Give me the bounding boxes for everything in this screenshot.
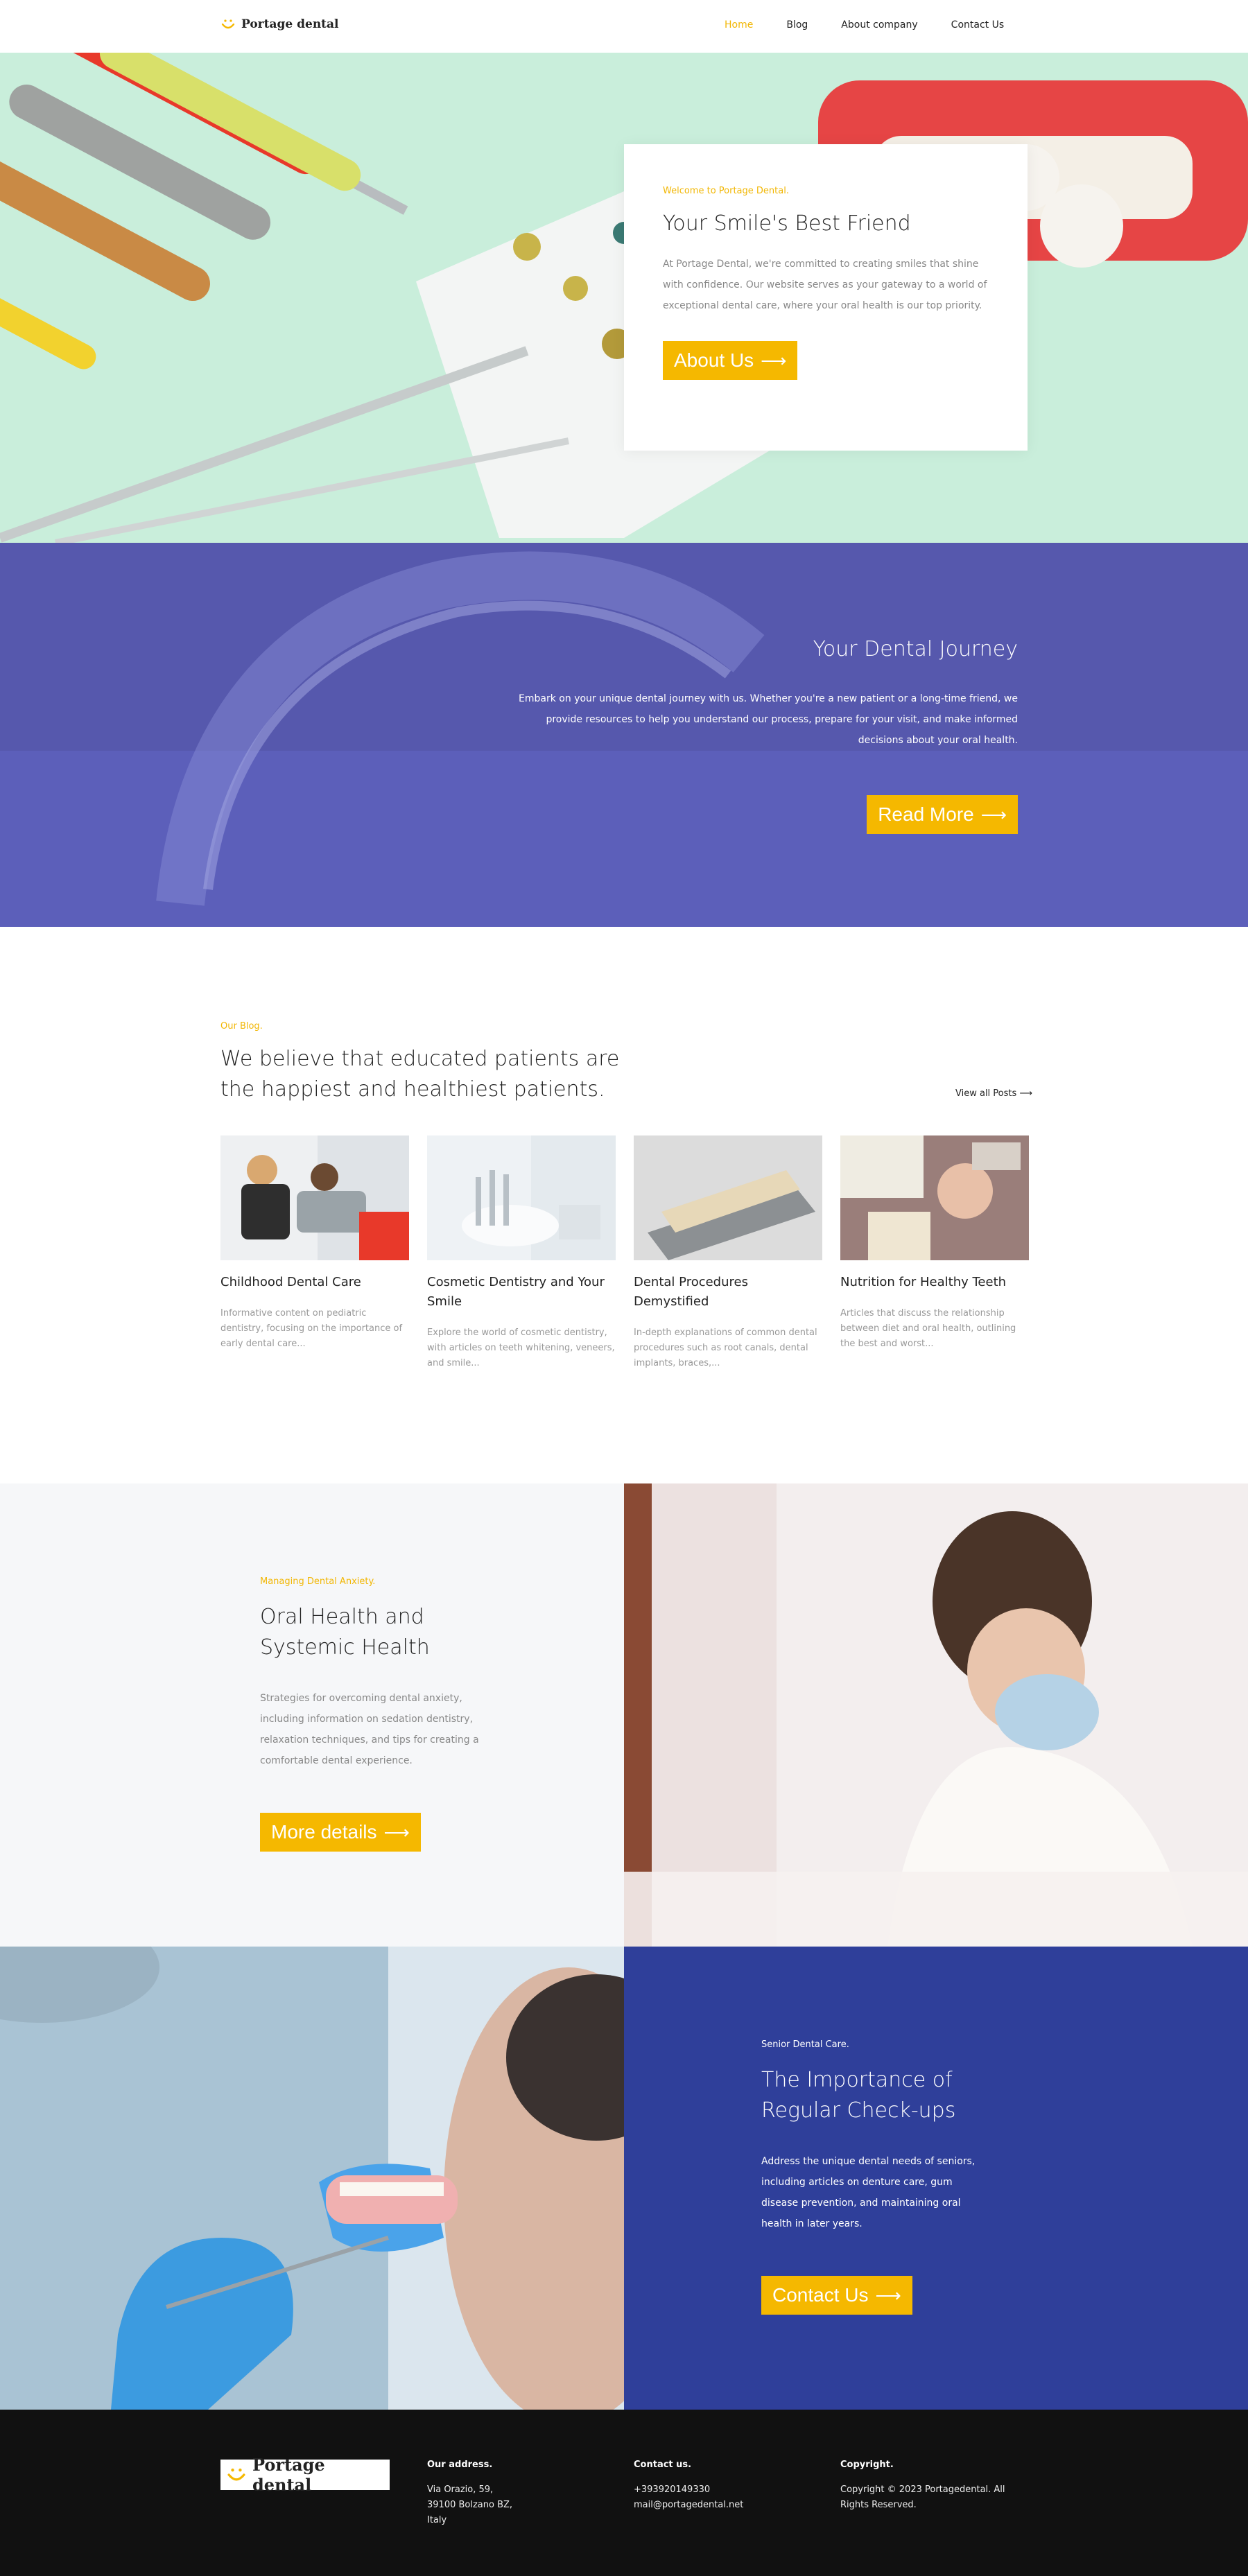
blog-post-card[interactable]: Childhood Dental Care Informative conten… [220,1135,409,1352]
contact-us-button[interactable]: Contact Us ⟶ [761,2276,912,2315]
hero-section: Welcome to Portage Dental. Your Smile's … [0,53,1248,543]
journey-title: Your Dental Journey [813,637,1018,661]
post-image-nutrition [840,1135,1029,1260]
nav-about[interactable]: About company [841,19,917,31]
blog-post-card[interactable]: Nutrition for Healthy Teeth Articles tha… [840,1135,1029,1352]
footer-brand-name: Portage dental [252,2455,325,2495]
arrow-right-icon: ⟶ [875,2284,901,2306]
site-footer: Portage dental Our address. Via Orazio, … [0,2410,1248,2576]
arrow-right-icon: ⟶ [980,803,1007,825]
blog-title: We believe that educated patients are th… [220,1047,620,1102]
copyright-title: Copyright. [840,2460,894,2470]
post-excerpt: Informative content on pediatric dentist… [220,1308,403,1349]
footer-logo[interactable]: Portage dental [220,2455,390,2495]
post-image-procedures [634,1135,822,1260]
about-us-button[interactable]: About Us ⟶ [663,341,798,380]
dentist-image [624,1483,1248,1947]
site-header: Portage dental Home Blog About company C… [0,0,1248,53]
smile-icon [227,2469,245,2481]
nav-contact[interactable]: Contact Us [951,19,1004,31]
copyright-text: Copyright © 2023 Portagedental. All Righ… [840,2484,1005,2510]
anxiety-section: Managing Dental Anxiety. Oral Health and… [0,1483,624,1947]
arrow-right-icon: ⟶ [1019,1088,1033,1099]
view-all-label: View all Posts [955,1088,1017,1099]
journey-text: Embark on your unique dental journey wit… [519,693,1018,746]
post-excerpt: In-depth explanations of common dental p… [634,1328,817,1368]
arrow-right-icon: ⟶ [383,1821,410,1843]
anxiety-text: Strategies for overcoming dental anxiety… [260,1693,479,1766]
journey-section: Your Dental Journey Embark on your uniqu… [0,543,1248,927]
view-all-posts-link[interactable]: View all Posts ⟶ [955,1088,1032,1099]
about-us-label: About Us [674,349,754,371]
address-line: Via Orazio, 59, [427,2484,494,2495]
dental-model-image [0,1947,624,2410]
blog-post-card[interactable]: Dental Procedures Demystified In-depth e… [634,1135,822,1371]
brand-name: Portage dental [241,17,339,31]
seniors-eyebrow: Senior Dental Care. [761,2039,849,2050]
footer-contact: Contact us. +393920149330 mail@portagede… [634,2460,743,2513]
email-link[interactable]: mail@portagedental.net [634,2498,743,2513]
post-image-cosmetic [427,1135,616,1260]
address-line: 39100 Bolzano BZ, [427,2500,513,2510]
contact-title: Contact us. [634,2460,692,2470]
anxiety-title: Oral Health and Systemic Health [260,1605,430,1660]
blog-eyebrow: Our Blog. [220,1021,263,1032]
seniors-text: Address the unique dental needs of senio… [761,2156,976,2229]
phone-link[interactable]: +393920149330 [634,2482,743,2498]
seniors-content: Senior Dental Care. The Importance of Re… [761,2039,990,2315]
dentist-photo [624,1483,1248,1947]
post-title: Cosmetic Dentistry and Your Smile [427,1275,605,1309]
anxiety-content: Managing Dental Anxiety. Oral Health and… [260,1576,496,1852]
site-logo[interactable]: Portage dental [220,17,339,32]
post-excerpt: Explore the world of cosmetic dentistry,… [427,1328,615,1368]
footer-copyright: Copyright. Copyright © 2023 Portagedenta… [840,2460,1034,2513]
post-excerpt: Articles that discuss the relationship b… [840,1308,1016,1349]
read-more-button[interactable]: Read More ⟶ [867,795,1018,834]
more-details-button[interactable]: More details ⟶ [260,1813,421,1852]
dental-model-photo [0,1947,624,2410]
nav-blog[interactable]: Blog [786,19,808,31]
seniors-section: Senior Dental Care. The Importance of Re… [624,1947,1248,2410]
main-nav: Home Blog About company Contact Us [725,19,1004,31]
post-title: Childhood Dental Care [220,1275,361,1289]
more-details-label: More details [271,1821,377,1843]
hero-card: Welcome to Portage Dental. Your Smile's … [624,144,1028,451]
address-title: Our address. [427,2460,493,2470]
smile-icon [221,19,235,29]
post-title: Dental Procedures Demystified [634,1275,748,1309]
footer-address: Our address. Via Orazio, 59, 39100 Bolza… [427,2460,512,2528]
arrow-right-icon: ⟶ [761,349,787,371]
hero-eyebrow: Welcome to Portage Dental. [663,186,789,196]
blog-post-card[interactable]: Cosmetic Dentistry and Your Smile Explor… [427,1135,616,1371]
nav-home[interactable]: Home [725,19,753,31]
contact-us-label: Contact Us [772,2284,869,2306]
read-more-label: Read More [878,803,974,825]
seniors-title: The Importance of Regular Check-ups [761,2068,956,2123]
hero-text: At Portage Dental, we're committed to cr… [663,259,987,311]
hero-title: Your Smile's Best Friend [663,211,911,236]
anxiety-eyebrow: Managing Dental Anxiety. [260,1576,376,1587]
address-line: Italy [427,2515,447,2525]
post-title: Nutrition for Healthy Teeth [840,1275,1007,1289]
post-image-childhood [220,1135,409,1260]
